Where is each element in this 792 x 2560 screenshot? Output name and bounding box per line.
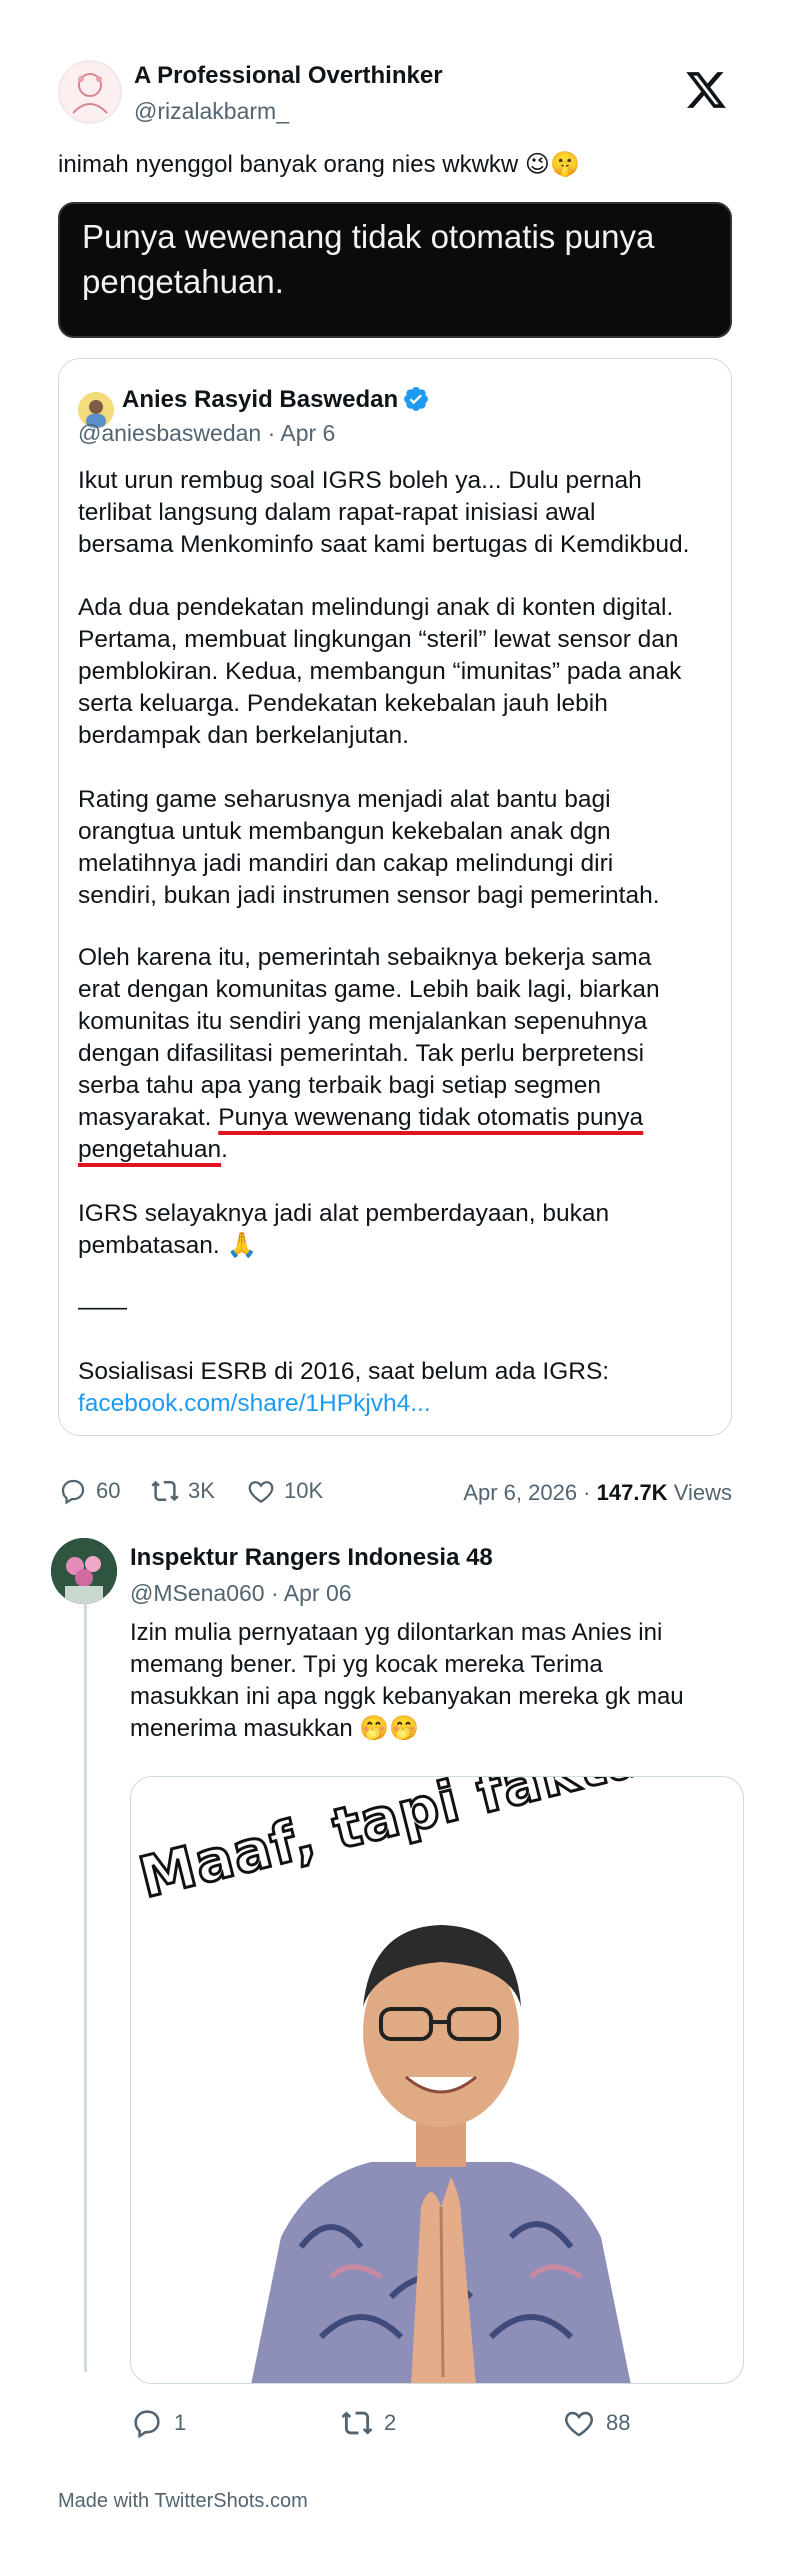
text-line: Oleh karena itu, pemerintah sebaiknya be… bbox=[78, 944, 652, 971]
text-line: sendiri, bukan jadi instrumen sensor bag… bbox=[78, 882, 660, 909]
quoted-footer-link[interactable]: facebook.com/share/1HPkjvh4... bbox=[78, 1388, 698, 1420]
quoted-date: · Apr 6 bbox=[267, 420, 336, 446]
reply-count: 1 bbox=[174, 2410, 187, 2435]
retweet-count: 3K bbox=[188, 1478, 215, 1503]
highlight-line: Punya wewenang tidak otomatis punya bbox=[82, 218, 655, 255]
text-line: komunitas itu sendiri yang menjalankan s… bbox=[78, 1008, 648, 1035]
tweet-meta: Apr 6, 2026 · 147.7K Views bbox=[463, 1480, 732, 1506]
handle-text: @aniesbaswedan bbox=[78, 420, 262, 446]
text-line: pembatasan. 🙏 bbox=[78, 1232, 257, 1259]
main-tweet-text: inimah nyenggol banyak orang nies wkwkw … bbox=[58, 151, 580, 178]
text-line: pengetahuan. bbox=[78, 1134, 698, 1166]
quoted-paragraph-4: Oleh karena itu, pemerintah sebaiknya be… bbox=[78, 942, 698, 1166]
text-line: masyarakat. Punya wewenang tidak otomati… bbox=[78, 1102, 698, 1134]
reply-retweet-action[interactable]: 2 bbox=[340, 2406, 396, 2440]
quoted-paragraph-5: IGRS selayaknya jadi alat pemberdayaan, … bbox=[78, 1198, 698, 1262]
text-line: IGRS selayaknya jadi alat pemberdayaan, … bbox=[78, 1200, 610, 1227]
text-line: Pertama, membuat lingkungan “steril” lew… bbox=[78, 626, 679, 653]
quoted-author-handle[interactable]: @aniesbaswedan · Apr 6 bbox=[78, 420, 335, 447]
heart-icon bbox=[565, 2411, 593, 2437]
like-count: 10K bbox=[284, 1478, 324, 1503]
main-author-name[interactable]: A Professional Overthinker bbox=[134, 62, 443, 90]
text-line: berdampak dan berkelanjutan. bbox=[78, 722, 409, 749]
quoted-footer-text: Sosialisasi ESRB di 2016, saat belum ada… bbox=[78, 1358, 610, 1385]
quoted-author-name[interactable]: Anies Rasyid Baswedan bbox=[122, 386, 398, 414]
verified-badge-icon bbox=[402, 385, 430, 413]
text-line: erat dengan komunitas game. Lebih baik l… bbox=[78, 976, 660, 1003]
thread-line bbox=[84, 1602, 87, 2372]
highlight-text: Punya wewenang tidak otomatis punya peng… bbox=[82, 214, 654, 304]
text-fragment: . bbox=[221, 1136, 228, 1163]
reply-count: 60 bbox=[96, 1478, 121, 1503]
text-line: memang bener. Tpi yg kocak mereka Terima bbox=[130, 1651, 603, 1678]
views-label: Views bbox=[673, 1480, 732, 1505]
underlined-quote: pengetahuan bbox=[78, 1136, 222, 1163]
reply-date: · Apr 06 bbox=[271, 1580, 352, 1606]
text-line: melatihnya jadi mandiri dan cakap melind… bbox=[78, 850, 614, 877]
reply-author-name[interactable]: Inspektur Rangers Indonesia 48 bbox=[130, 1544, 493, 1572]
text-line: bersama Menkominfo saat kami bertugas di… bbox=[78, 531, 690, 558]
retweet-count: 2 bbox=[384, 2410, 397, 2435]
reply-action[interactable]: 60 bbox=[58, 1476, 120, 1506]
text-line: masukkan ini apa nggk kebanyakan mereka … bbox=[130, 1683, 684, 1710]
x-logo-icon[interactable] bbox=[684, 68, 728, 112]
text-line: serba tahu apa yang terbaik bagi setiap … bbox=[78, 1072, 602, 1099]
tweet-date: Apr 6, 2026 · bbox=[463, 1480, 591, 1505]
retweet-icon bbox=[341, 2411, 373, 2435]
text-line: Ikut urun rembug soal IGRS boleh ya... D… bbox=[78, 467, 642, 494]
highlight-box: Punya wewenang tidak otomatis punya peng… bbox=[58, 202, 732, 338]
views-count: 147.7K bbox=[596, 1480, 668, 1505]
footer-credit: Made with TwitterShots.com bbox=[58, 2490, 308, 2512]
text-line: Rating game seharusnya menjadi alat bant… bbox=[78, 786, 611, 813]
like-action[interactable]: 10K bbox=[246, 1476, 323, 1506]
text-line: terlibat langsung dalam rapat-rapat inis… bbox=[78, 499, 596, 526]
reply-icon bbox=[134, 2410, 160, 2439]
handle-text: @MSena060 bbox=[130, 1580, 265, 1606]
avatar-illustration bbox=[60, 62, 120, 122]
quoted-paragraph-2: Ada dua pendekatan melindungi anak di ko… bbox=[78, 592, 698, 752]
divider-text: —— bbox=[78, 1294, 127, 1321]
quoted-paragraph-1: Ikut urun rembug soal IGRS boleh ya... D… bbox=[78, 465, 698, 561]
quoted-paragraph-3: Rating game seharusnya menjadi alat bant… bbox=[78, 784, 698, 912]
underlined-quote: Punya wewenang tidak otomatis punya bbox=[218, 1104, 644, 1131]
reply-media-image[interactable]: Maaf, tapi fakta... bbox=[130, 1776, 744, 2384]
text-line: serta keluarga. Pendekatan kekebalan jau… bbox=[78, 690, 608, 717]
retweet-icon bbox=[151, 1480, 179, 1502]
reply-author-handle[interactable]: @MSena060 · Apr 06 bbox=[130, 1580, 352, 1607]
reply-author-avatar[interactable] bbox=[51, 1538, 117, 1604]
avatar-illustration bbox=[51, 1538, 117, 1604]
text-line: Izin mulia pernyataan yg dilontarkan mas… bbox=[130, 1619, 663, 1646]
reply-icon bbox=[61, 1479, 85, 1505]
like-count: 88 bbox=[606, 2410, 631, 2435]
text-line: pemblokiran. Kedua, membangun “imunitas”… bbox=[78, 658, 682, 685]
retweet-action[interactable]: 3K bbox=[150, 1476, 215, 1506]
reply-reply-action[interactable]: 1 bbox=[130, 2406, 186, 2440]
text-line: orangtua untuk membangun kekebalan anak … bbox=[78, 818, 611, 845]
main-author-handle[interactable]: @rizalakbarm_ bbox=[134, 98, 289, 125]
highlight-line: pengetahuan. bbox=[82, 263, 284, 300]
text-line: Ada dua pendekatan melindungi anak di ko… bbox=[78, 594, 674, 621]
text-line: dengan difasilitasi pemerintah. Tak perl… bbox=[78, 1040, 645, 1067]
main-author-avatar[interactable] bbox=[58, 60, 122, 124]
heart-icon bbox=[248, 1481, 274, 1503]
text-fragment: masyarakat. bbox=[78, 1104, 219, 1131]
text-line: menerima masukkan 🤭🤭 bbox=[130, 1715, 420, 1742]
reply-like-action[interactable]: 88 bbox=[562, 2406, 630, 2440]
reply-tweet-text: Izin mulia pernyataan yg dilontarkan mas… bbox=[130, 1617, 730, 1745]
